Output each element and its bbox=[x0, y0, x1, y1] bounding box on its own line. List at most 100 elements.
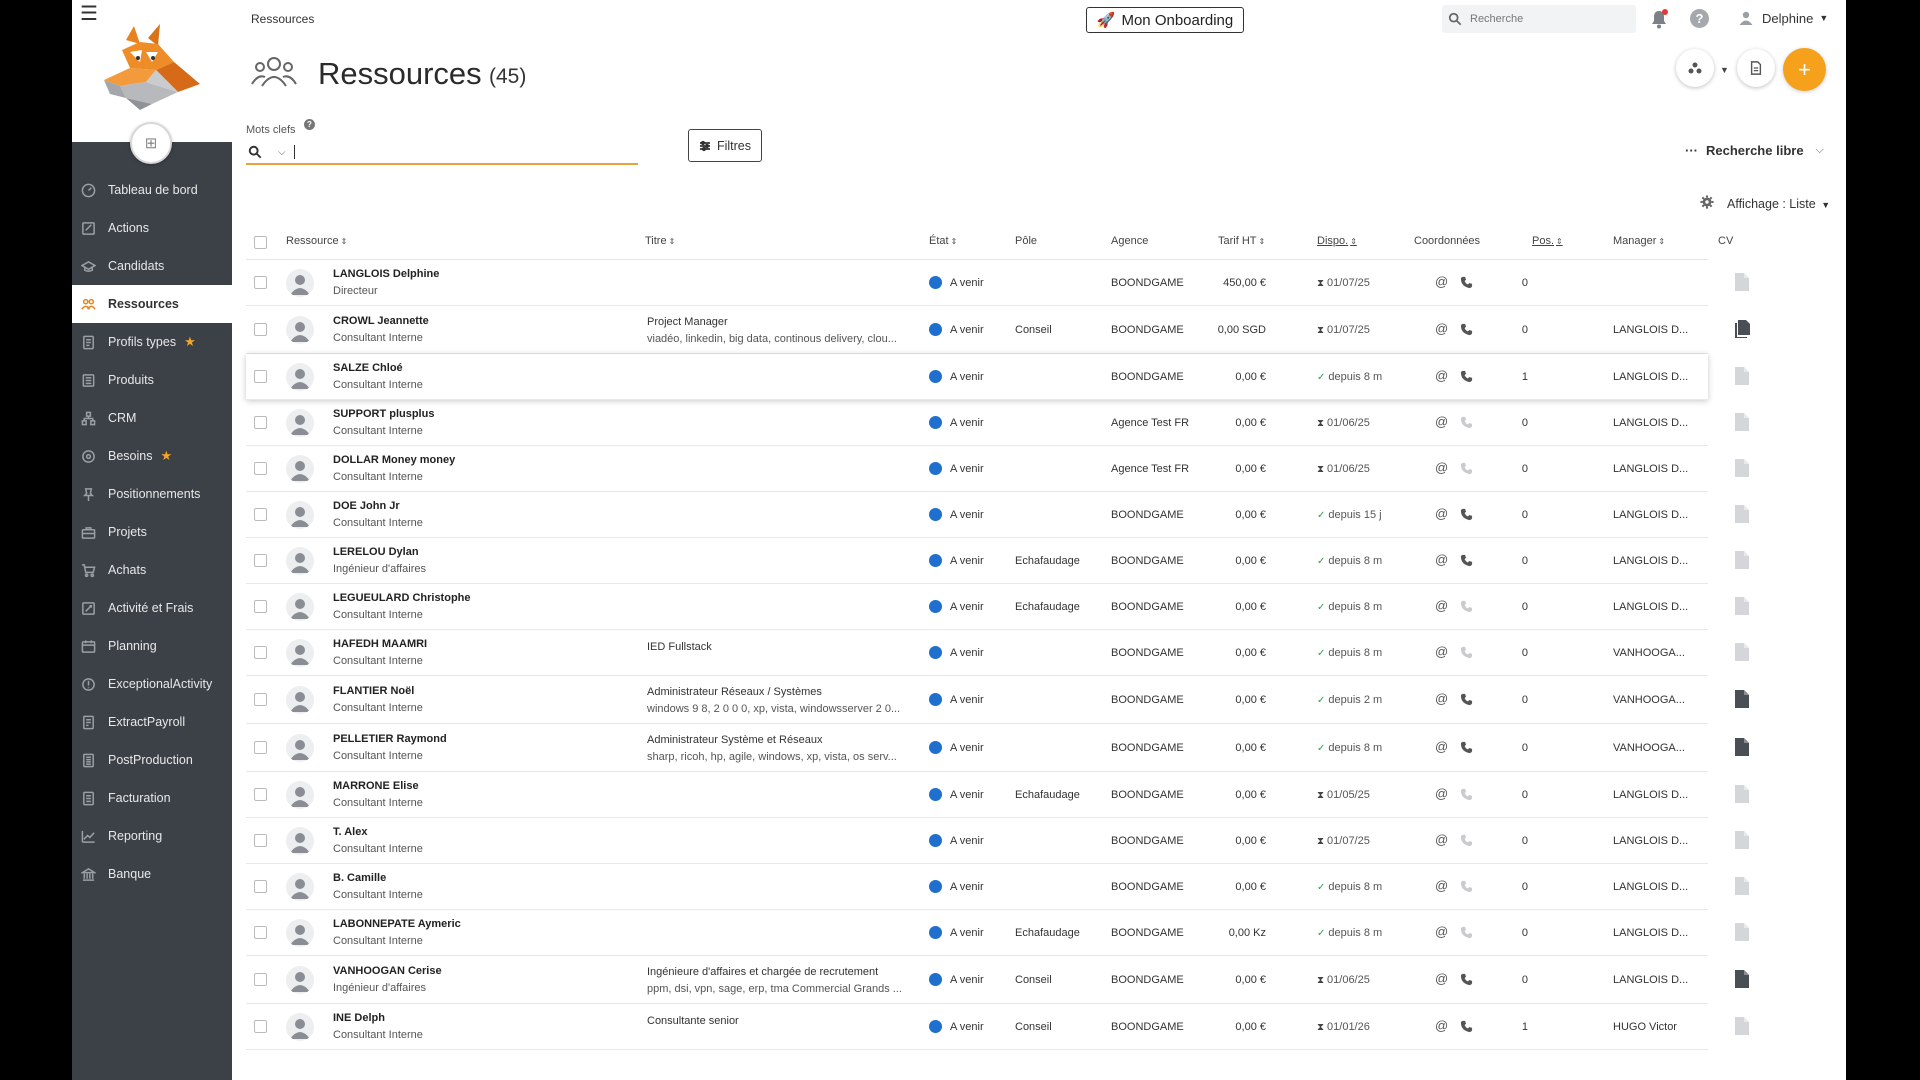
resource-name-link[interactable]: DOE John Jr bbox=[333, 500, 400, 512]
sidebar-item-projets[interactable]: Projets bbox=[72, 513, 232, 551]
table-row[interactable]: DOLLAR Money money Consultant Interne A ve… bbox=[246, 446, 1749, 492]
table-row[interactable]: LEGUEULARD Christophe Consultant Interne A… bbox=[246, 584, 1749, 630]
phone-icon[interactable] bbox=[1460, 834, 1473, 847]
phone-icon[interactable] bbox=[1460, 693, 1473, 706]
free-search-toggle[interactable]: ··· Recherche libre ⌵ bbox=[1685, 143, 1824, 158]
sidebar-item-achats[interactable]: Achats bbox=[72, 551, 232, 589]
sidebar-item-extractpayroll[interactable]: ExtractPayroll bbox=[72, 703, 232, 741]
row-checkbox[interactable] bbox=[254, 973, 267, 986]
resource-name-link[interactable]: SALZE Chloé bbox=[333, 362, 403, 374]
fox-logo[interactable] bbox=[96, 22, 204, 112]
sidebar-item-positionnements[interactable]: Positionnements bbox=[72, 475, 232, 513]
resource-name-link[interactable]: T. Alex bbox=[333, 826, 367, 838]
table-row[interactable]: LANGLOIS Delphine Directeur A venir BOONDGA… bbox=[246, 260, 1749, 306]
row-checkbox[interactable] bbox=[254, 508, 267, 521]
apps-grid-button[interactable]: ⊞ bbox=[130, 122, 172, 164]
cv-file-icon[interactable] bbox=[1734, 922, 1750, 942]
resource-name-link[interactable]: B. Camille bbox=[333, 872, 386, 884]
row-checkbox[interactable] bbox=[254, 416, 267, 429]
document-button[interactable] bbox=[1737, 49, 1775, 87]
table-row[interactable]: B. Camille Consultant Interne A venir BOOND… bbox=[246, 864, 1749, 910]
phone-icon[interactable] bbox=[1460, 554, 1473, 567]
add-resource-button[interactable]: + bbox=[1783, 48, 1826, 91]
email-icon[interactable]: @ bbox=[1435, 691, 1448, 706]
row-checkbox[interactable] bbox=[254, 600, 267, 613]
search-input[interactable] bbox=[1470, 13, 1630, 25]
phone-icon[interactable] bbox=[1460, 508, 1473, 521]
column-header-pos[interactable]: Pos. ⇕ bbox=[1532, 235, 1563, 247]
resource-name-link[interactable]: FLANTIER Noël bbox=[333, 685, 414, 697]
hamburger-menu-icon[interactable]: ☰ bbox=[80, 4, 100, 24]
sidebar-item-reporting[interactable]: Reporting bbox=[72, 817, 232, 855]
display-mode-select[interactable]: Affichage : Liste ▼ bbox=[1727, 197, 1830, 211]
email-icon[interactable]: @ bbox=[1435, 924, 1448, 939]
cv-file-icon[interactable] bbox=[1734, 642, 1750, 662]
sidebar-item-planning[interactable]: Planning bbox=[72, 627, 232, 665]
email-icon[interactable]: @ bbox=[1435, 460, 1448, 475]
resource-name-link[interactable]: LABONNEPATE Aymeric bbox=[333, 918, 461, 930]
filters-button[interactable]: Filtres bbox=[688, 129, 762, 162]
column-header-state[interactable]: État ⇕ bbox=[929, 235, 957, 247]
row-checkbox[interactable] bbox=[254, 462, 267, 475]
cv-file-icon[interactable] bbox=[1734, 272, 1750, 292]
keywords-input[interactable] bbox=[293, 145, 594, 159]
sidebar-item-ressources[interactable]: Ressources bbox=[72, 285, 232, 323]
table-row[interactable]: T. Alex Consultant Interne A venir BOONDGAM… bbox=[246, 818, 1749, 864]
cv-file-icon[interactable] bbox=[1734, 830, 1750, 850]
cv-file-icon[interactable] bbox=[1734, 319, 1750, 339]
sidebar-item-tableau-de-bord[interactable]: Tableau de bord bbox=[72, 171, 232, 209]
phone-icon[interactable] bbox=[1460, 646, 1473, 659]
table-row[interactable]: CROWL Jeannette Consultant Interne Project… bbox=[246, 306, 1750, 354]
row-checkbox[interactable] bbox=[254, 788, 267, 801]
keywords-field[interactable]: ⌵ bbox=[246, 141, 638, 165]
table-row[interactable]: INE Delph Consultant Interne Consultante s… bbox=[246, 1004, 1749, 1050]
resource-name-link[interactable]: VANHOOGAN Cerise bbox=[333, 965, 442, 977]
export-button[interactable] bbox=[1676, 49, 1714, 87]
email-icon[interactable]: @ bbox=[1435, 598, 1448, 613]
cv-file-icon[interactable] bbox=[1734, 876, 1750, 896]
table-row[interactable]: MARRONE Elise Consultant Interne A venir Ec… bbox=[246, 772, 1749, 818]
sidebar-item-exceptionalactivity[interactable]: ExceptionalActivity bbox=[72, 665, 232, 703]
user-menu[interactable]: Delphine ▼ bbox=[1738, 10, 1828, 26]
email-icon[interactable]: @ bbox=[1435, 1018, 1448, 1033]
phone-icon[interactable] bbox=[1460, 323, 1473, 336]
table-row[interactable]: HAFEDH MAAMRI Consultant Interne IED Fulls… bbox=[246, 630, 1749, 676]
row-checkbox[interactable] bbox=[254, 646, 267, 659]
sidebar-item-actions[interactable]: Actions bbox=[72, 209, 232, 247]
resource-name-link[interactable]: LANGLOIS Delphine bbox=[333, 268, 439, 280]
column-header-manager[interactable]: Manager ⇕ bbox=[1613, 235, 1665, 247]
column-header-dispo[interactable]: Dispo. ⇕ bbox=[1317, 235, 1357, 247]
row-checkbox[interactable] bbox=[254, 741, 267, 754]
phone-icon[interactable] bbox=[1460, 973, 1473, 986]
phone-icon[interactable] bbox=[1460, 370, 1473, 383]
table-row[interactable]: DOE John Jr Consultant Interne A venir BOON… bbox=[246, 492, 1749, 538]
resource-name-link[interactable]: INE Delph bbox=[333, 1012, 385, 1024]
email-icon[interactable]: @ bbox=[1435, 321, 1448, 336]
row-checkbox[interactable] bbox=[254, 693, 267, 706]
cv-file-icon[interactable] bbox=[1734, 689, 1750, 709]
table-row[interactable]: VANHOOGAN Cerise Ingénieur d'affaires Ingé… bbox=[246, 956, 1749, 1004]
email-icon[interactable]: @ bbox=[1435, 368, 1448, 383]
cv-file-icon[interactable] bbox=[1734, 737, 1750, 757]
select-all-checkbox[interactable] bbox=[254, 236, 267, 249]
resource-name-link[interactable]: DOLLAR Money money bbox=[333, 454, 455, 466]
email-icon[interactable]: @ bbox=[1435, 786, 1448, 801]
chevron-down-icon[interactable]: ⌵ bbox=[278, 147, 286, 158]
email-icon[interactable]: @ bbox=[1435, 971, 1448, 986]
phone-icon[interactable] bbox=[1460, 462, 1473, 475]
notifications-bell-icon[interactable] bbox=[1650, 9, 1668, 29]
row-checkbox[interactable] bbox=[254, 370, 267, 383]
keywords-help-icon[interactable]: ? bbox=[304, 119, 315, 130]
phone-icon[interactable] bbox=[1460, 741, 1473, 754]
cv-file-icon[interactable] bbox=[1734, 412, 1750, 432]
table-row[interactable]: LABONNEPATE Aymeric Consultant Interne A v… bbox=[246, 910, 1749, 956]
email-icon[interactable]: @ bbox=[1435, 414, 1448, 429]
email-icon[interactable]: @ bbox=[1435, 644, 1448, 659]
email-icon[interactable]: @ bbox=[1435, 739, 1448, 754]
phone-icon[interactable] bbox=[1460, 416, 1473, 429]
sidebar-item-profils-types[interactable]: Profils types ★ bbox=[72, 323, 232, 361]
table-row[interactable]: SALZE Chloé Consultant Interne A venir BOON… bbox=[246, 354, 1749, 400]
phone-icon[interactable] bbox=[1460, 926, 1473, 939]
email-icon[interactable]: @ bbox=[1435, 506, 1448, 521]
row-checkbox[interactable] bbox=[254, 880, 267, 893]
